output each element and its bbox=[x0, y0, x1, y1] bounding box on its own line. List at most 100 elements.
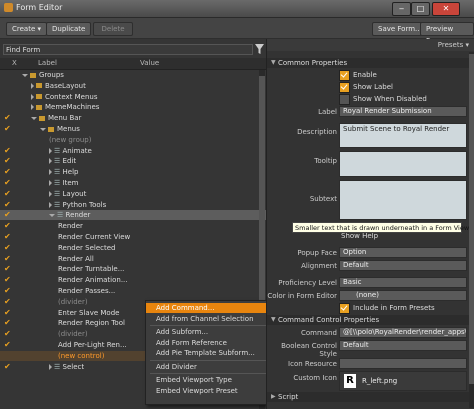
enabled-check-icon[interactable]: ✔ bbox=[4, 221, 11, 231]
tree-row[interactable]: ✔ Render Turntable... bbox=[0, 264, 266, 274]
enabled-check-icon[interactable]: ✔ bbox=[4, 286, 11, 296]
enabled-check-icon[interactable]: ✔ bbox=[4, 124, 11, 134]
enabled-check-icon[interactable]: ✔ bbox=[4, 329, 11, 339]
description-field[interactable]: Submit Scene to Royal Render bbox=[339, 123, 467, 148]
proficiency-select[interactable]: Basic bbox=[339, 277, 467, 288]
find-form-input[interactable]: Find Form bbox=[3, 44, 253, 55]
expand-arrow-icon[interactable] bbox=[31, 93, 34, 100]
expand-arrow-icon[interactable] bbox=[31, 82, 34, 89]
enabled-check-icon[interactable]: ✔ bbox=[4, 210, 11, 220]
icon-resource-field[interactable] bbox=[339, 358, 467, 369]
command-properties-header[interactable]: ▼ Command Control Properties bbox=[267, 315, 474, 325]
include-presets-checkbox[interactable] bbox=[339, 303, 350, 314]
context-menu-item[interactable]: Add Pie Template Subform... bbox=[146, 348, 276, 358]
tree-row[interactable]: Groups bbox=[0, 70, 266, 80]
tree-row[interactable]: ✔ Menu Bar bbox=[0, 113, 266, 123]
tree-row[interactable]: Context Menus bbox=[0, 92, 266, 102]
enabled-check-icon[interactable]: ✔ bbox=[4, 178, 11, 188]
enabled-check-icon[interactable]: ✔ bbox=[4, 189, 11, 199]
label-field[interactable]: Royal Render Submission bbox=[339, 106, 467, 117]
folder-icon bbox=[39, 115, 45, 121]
expand-arrow-icon[interactable] bbox=[49, 201, 52, 208]
context-menu-item[interactable]: Add Command... bbox=[146, 303, 276, 313]
context-menu-item[interactable]: Add from Channel Selection bbox=[146, 314, 276, 324]
expand-arrow-icon[interactable] bbox=[49, 190, 52, 197]
context-menu-item[interactable]: Add Form Reference bbox=[146, 338, 276, 348]
collapse-arrow-icon[interactable] bbox=[22, 73, 28, 77]
enabled-check-icon[interactable]: ✔ bbox=[4, 264, 11, 274]
enabled-check-icon[interactable]: ✔ bbox=[4, 146, 11, 156]
common-properties-header[interactable]: ▼ Common Properties bbox=[267, 58, 474, 68]
show-when-disabled-checkbox[interactable] bbox=[339, 94, 350, 105]
enabled-check-icon[interactable]: ✔ bbox=[4, 275, 11, 285]
tree-row[interactable]: ✔ ☰ Render bbox=[0, 210, 266, 221]
expand-arrow-icon[interactable] bbox=[49, 363, 52, 370]
enable-checkbox[interactable] bbox=[339, 70, 350, 81]
delete-button[interactable]: Delete bbox=[93, 22, 133, 36]
tree-scroll-thumb[interactable] bbox=[259, 76, 265, 326]
properties-scrollbar[interactable] bbox=[469, 52, 474, 408]
context-menu-item[interactable]: Embed Viewport Preset bbox=[146, 386, 276, 396]
create-button[interactable]: Create ▾ bbox=[6, 22, 47, 36]
enabled-check-icon[interactable]: ✔ bbox=[4, 308, 11, 318]
minimize-button[interactable]: ‒ bbox=[392, 2, 411, 16]
tree-row[interactable]: ✔ ☰ Animate bbox=[0, 146, 266, 156]
tree-row[interactable]: ✔ ☰ Item bbox=[0, 178, 266, 188]
close-button[interactable]: ✕ bbox=[432, 2, 460, 16]
filter-icon[interactable] bbox=[255, 44, 264, 54]
duplicate-button[interactable]: Duplicate bbox=[46, 22, 92, 36]
expand-arrow-icon[interactable] bbox=[49, 180, 52, 186]
expand-arrow-icon[interactable] bbox=[49, 147, 52, 154]
preview-form-button[interactable]: Preview Form bbox=[420, 22, 474, 45]
enabled-check-icon[interactable]: ✔ bbox=[4, 232, 11, 242]
alignment-select[interactable]: Default bbox=[339, 260, 467, 271]
script-header[interactable]: ▶ Script bbox=[267, 392, 474, 402]
enabled-check-icon[interactable]: ✔ bbox=[4, 362, 11, 372]
tree-row[interactable]: ✔ Render Animation... bbox=[0, 275, 266, 285]
command-field[interactable]: @[\\polo\RoyalRender\render_apps\_subm bbox=[339, 327, 467, 338]
context-menu-item[interactable]: Add Subform... bbox=[146, 327, 276, 337]
enabled-check-icon[interactable]: ✔ bbox=[4, 254, 11, 264]
tree-row[interactable]: ✔ Menus bbox=[0, 124, 266, 134]
enabled-check-icon[interactable]: ✔ bbox=[4, 156, 11, 166]
enabled-check-icon[interactable]: ✔ bbox=[4, 297, 11, 307]
tree-row[interactable]: ✔ ☰ Help bbox=[0, 167, 266, 177]
tree-row[interactable]: ✔ Render Current View bbox=[0, 232, 266, 242]
subtext-field[interactable] bbox=[339, 180, 467, 220]
enabled-check-icon[interactable]: ✔ bbox=[4, 167, 11, 177]
tree-row-label: Python Tools bbox=[62, 200, 107, 209]
tree-row[interactable]: ✔ Render bbox=[0, 221, 266, 231]
expand-arrow-icon[interactable] bbox=[31, 104, 34, 111]
tree-row[interactable]: ✔ Render Passes... bbox=[0, 286, 266, 296]
collapse-arrow-icon[interactable] bbox=[31, 116, 37, 120]
tree-row[interactable]: ✔ ☰ Python Tools bbox=[0, 200, 266, 210]
tree-row[interactable]: (new group) bbox=[0, 135, 266, 145]
collapse-arrow-icon[interactable] bbox=[40, 127, 46, 131]
collapse-arrow-icon[interactable] bbox=[49, 213, 55, 217]
expand-arrow-icon[interactable] bbox=[49, 169, 52, 176]
color-select[interactable]: (none) bbox=[339, 290, 467, 301]
tree-row[interactable]: ✔ ☰ Layout bbox=[0, 189, 266, 199]
enabled-check-icon[interactable]: ✔ bbox=[4, 113, 11, 123]
tree-row[interactable]: ✔ ☰ Edit bbox=[0, 156, 266, 166]
maximize-button[interactable]: □ bbox=[411, 2, 430, 16]
context-menu-item[interactable]: Add Divider bbox=[146, 362, 276, 372]
tooltip-field[interactable] bbox=[339, 151, 467, 177]
enabled-check-icon[interactable]: ✔ bbox=[4, 318, 11, 328]
context-menu-item[interactable]: Embed Viewport Type bbox=[146, 375, 276, 385]
tree-row[interactable]: MemeMachines bbox=[0, 102, 266, 112]
custom-icon-field[interactable]: R R_left.png bbox=[339, 371, 467, 391]
boolean-style-select[interactable]: Default bbox=[339, 340, 467, 351]
properties-scroll-thumb[interactable] bbox=[469, 54, 474, 384]
popup-face-select[interactable]: Option bbox=[339, 247, 467, 258]
enabled-check-icon[interactable]: ✔ bbox=[4, 200, 11, 210]
tree-row[interactable]: BaseLayout bbox=[0, 81, 266, 91]
enabled-check-icon[interactable]: ✔ bbox=[4, 243, 11, 253]
show-label-checkbox[interactable] bbox=[339, 82, 350, 93]
tree-row[interactable]: ✔ Render Selected bbox=[0, 243, 266, 253]
enabled-check-icon[interactable]: ✔ bbox=[4, 340, 11, 350]
window-title: Form Editor bbox=[16, 3, 63, 12]
presets-menu[interactable]: Presets ▾ bbox=[438, 41, 469, 49]
tree-row[interactable]: ✔ Render All bbox=[0, 254, 266, 264]
expand-arrow-icon[interactable] bbox=[49, 158, 52, 165]
